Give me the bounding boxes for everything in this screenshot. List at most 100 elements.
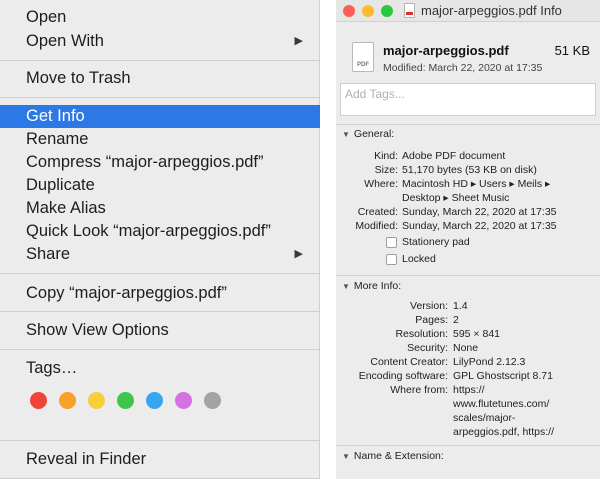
created-value: Sunday, March 22, 2020 at 17:35 — [402, 206, 557, 218]
where-from-line: scales/major- — [453, 412, 516, 424]
resolution-label: Resolution: — [395, 328, 448, 340]
section-separator — [336, 275, 600, 276]
menu-item-quick-look[interactable]: Quick Look “major-arpeggios.pdf” — [0, 220, 320, 243]
stationery-pad-label: Stationery pad — [402, 236, 470, 248]
size-label: Size: — [374, 164, 398, 176]
general-section: Kind: Adobe PDF document Size: 51,170 by… — [336, 150, 600, 270]
menu-item-compress[interactable]: Compress “major-arpeggios.pdf” — [0, 151, 320, 174]
where-from-line: www.flutetunes.com/ — [453, 398, 550, 410]
kind-value: Adobe PDF document — [402, 150, 506, 162]
tag-color-green[interactable] — [117, 392, 134, 409]
menu-item-label: Copy “major-arpeggios.pdf” — [26, 284, 227, 302]
where-value-line1: Macintosh HD ▸ Users ▸ Meils ▸ — [402, 178, 551, 190]
menu-item-label: Share — [26, 245, 71, 263]
pdf-document-icon: PDF — [352, 42, 374, 72]
file-name: major-arpeggios.pdf — [383, 43, 509, 58]
menu-item-reveal-in-finder[interactable]: Reveal in Finder — [0, 448, 320, 471]
tag-color-red[interactable] — [30, 392, 47, 409]
menu-item-open[interactable]: Open — [0, 6, 320, 29]
menu-item-show-view-options[interactable]: Show View Options — [0, 319, 320, 342]
tags-input[interactable]: Add Tags... — [340, 83, 596, 116]
locked-checkbox[interactable] — [386, 254, 397, 265]
menu-item-label: Open — [26, 8, 67, 26]
stationery-pad-checkbox[interactable] — [386, 237, 397, 248]
where-from-line: arpeggios.pdf, https:// — [453, 426, 554, 438]
more-info-section-header[interactable]: ▼ More Info: — [336, 280, 600, 292]
menu-item-label: Tags… — [26, 359, 78, 377]
file-size: 51 KB — [554, 43, 590, 58]
title-bar: major-arpeggios.pdf Info — [336, 0, 600, 22]
submenu-arrow-icon: ▶ — [294, 248, 303, 260]
tag-color-gray[interactable] — [204, 392, 221, 409]
modified-label: Modified: — [355, 220, 398, 232]
menu-item-label: Reveal in Finder — [26, 450, 147, 468]
menu-item-label: Compress “major-arpeggios.pdf” — [26, 153, 264, 171]
where-from-line: https:// — [453, 384, 485, 396]
menu-separator — [0, 349, 320, 350]
menu-item-duplicate[interactable]: Duplicate — [0, 174, 320, 197]
where-from-label: Where from: — [390, 384, 448, 396]
section-separator — [336, 445, 600, 446]
security-label: Security: — [407, 342, 448, 354]
menu-item-label: Rename — [26, 130, 89, 148]
menu-item-label: Move to Trash — [26, 69, 131, 87]
info-window: major-arpeggios.pdf Info PDF major-arpeg… — [336, 0, 600, 479]
menu-separator — [0, 273, 320, 274]
menu-item-label: Get Info — [26, 107, 85, 125]
menu-item-tags[interactable]: Tags… — [0, 357, 320, 380]
close-window-button[interactable] — [343, 5, 355, 17]
tag-color-purple[interactable] — [175, 392, 192, 409]
menu-item-label: Duplicate — [26, 176, 95, 194]
menu-item-get-info[interactable]: Get Info — [0, 105, 320, 128]
disclosure-triangle-icon: ▼ — [342, 282, 350, 291]
encoding-software-label: Encoding software: — [358, 370, 448, 382]
menu-item-move-to-trash[interactable]: Move to Trash — [0, 67, 320, 90]
section-title: More Info: — [353, 280, 402, 292]
version-label: Version: — [410, 300, 448, 312]
pdf-file-icon — [404, 3, 415, 18]
minimize-window-button[interactable] — [362, 5, 374, 17]
content-creator-value: LilyPond 2.12.3 — [453, 356, 526, 368]
window-title: major-arpeggios.pdf Info — [421, 3, 562, 18]
file-icon-label: PDF — [357, 62, 369, 68]
disclosure-triangle-icon: ▼ — [342, 130, 350, 139]
menu-item-make-alias[interactable]: Make Alias — [0, 197, 320, 220]
menu-item-label: Show View Options — [26, 321, 169, 339]
section-separator — [336, 124, 600, 125]
security-value: None — [453, 342, 479, 354]
menu-item-label: Quick Look “major-arpeggios.pdf” — [26, 222, 271, 240]
kind-label: Kind: — [374, 150, 398, 162]
file-modified: Modified: March 22, 2020 at 17:35 — [383, 62, 543, 74]
created-label: Created: — [357, 206, 398, 218]
section-title: Name & Extension: — [353, 450, 444, 462]
zoom-window-button[interactable] — [381, 5, 393, 17]
menu-item-rename[interactable]: Rename — [0, 128, 320, 151]
tag-color-blue[interactable] — [146, 392, 163, 409]
menu-item-open-with[interactable]: Open With ▶ — [0, 30, 320, 53]
menu-item-share[interactable]: Share ▶ — [0, 243, 320, 266]
more-info-section: Version: 1.4 Pages: 2 Resolution: 595 × … — [336, 300, 600, 440]
menu-item-label: Open With — [26, 32, 104, 50]
menu-separator — [0, 440, 320, 441]
menu-separator — [0, 311, 320, 312]
version-value: 1.4 — [453, 300, 468, 312]
tag-color-yellow[interactable] — [88, 392, 105, 409]
context-menu: Open Open With ▶ Move to Trash Get Info R… — [0, 0, 320, 479]
modified-value: Sunday, March 22, 2020 at 17:35 — [402, 220, 557, 232]
submenu-arrow-icon: ▶ — [294, 35, 303, 47]
menu-separator — [0, 97, 320, 98]
general-section-header[interactable]: ▼ General: — [336, 128, 600, 140]
tag-color-orange[interactable] — [59, 392, 76, 409]
menu-separator — [0, 60, 320, 61]
size-value: 51,170 bytes (53 KB on disk) — [402, 164, 537, 176]
menu-item-copy[interactable]: Copy “major-arpeggios.pdf” — [0, 282, 320, 305]
resolution-value: 595 × 841 — [453, 328, 501, 340]
pages-value: 2 — [453, 314, 459, 326]
name-extension-section-header[interactable]: ▼ Name & Extension: — [336, 450, 600, 462]
pages-label: Pages: — [415, 314, 448, 326]
section-title: General: — [353, 128, 395, 140]
disclosure-triangle-icon: ▼ — [342, 452, 350, 461]
menu-item-label: Make Alias — [26, 199, 106, 217]
where-value-line2: Desktop ▸ Sheet Music — [402, 192, 510, 204]
tags-placeholder: Add Tags... — [345, 87, 405, 101]
